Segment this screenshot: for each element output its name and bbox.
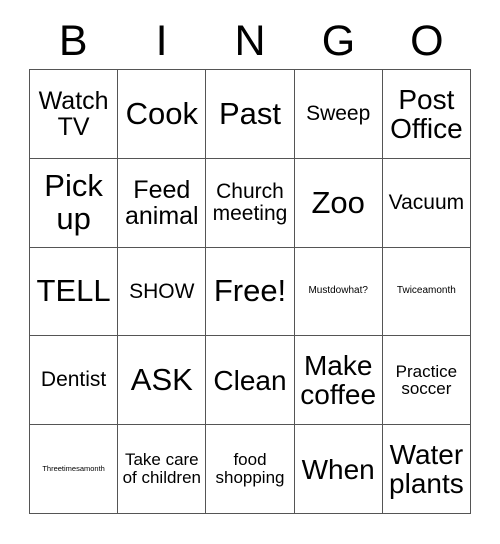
bingo-cell-g5[interactable]: When [294, 425, 383, 514]
bingo-header: B I N G O [29, 14, 471, 69]
bingo-cell-i2[interactable]: Feed animal [118, 158, 207, 248]
bingo-cell-label: Dentist [40, 368, 107, 392]
bingo-cell-b4[interactable]: Dentist [30, 336, 119, 426]
bingo-cell-label: Pick up [44, 168, 103, 236]
bingo-cell-label: Take care of children [122, 450, 201, 488]
bingo-cell-label: Feed animal [124, 175, 199, 230]
bingo-cell-label: Sweep [306, 101, 371, 125]
bingo-cell-label: Threetimesamonth [42, 464, 105, 474]
bingo-cell-label: Mustdowhat? [308, 285, 368, 297]
bingo-cell-label: Watch TV [38, 86, 109, 141]
bingo-cell-n2[interactable]: Church meeting [206, 158, 295, 248]
bingo-cell-n1[interactable]: Past [206, 70, 295, 159]
bingo-cell-b2[interactable]: Pick up [30, 158, 119, 248]
bingo-cell-o2[interactable]: Vacuum [382, 158, 471, 248]
bingo-cell-label: Church meeting [212, 179, 288, 225]
bingo-cell-n5[interactable]: food shopping [206, 425, 295, 514]
bingo-cell-label: Past [218, 95, 281, 131]
bingo-cell-o5[interactable]: Water plants [382, 425, 471, 514]
bingo-cell-i5[interactable]: Take care of children [118, 425, 207, 514]
header-letter-o: O [410, 17, 444, 65]
bingo-cell-i4[interactable]: ASK [118, 336, 207, 426]
bingo-cell-i1[interactable]: Cook [118, 70, 207, 159]
bingo-cell-label: Free! [213, 273, 287, 309]
bingo-cell-label: Twiceamonth [396, 285, 456, 297]
bingo-cell-label: Zoo [311, 184, 365, 220]
bingo-cell-label: Make coffee [300, 350, 377, 411]
bingo-cell-o4[interactable]: Practice soccer [382, 336, 471, 426]
header-letter-n: N [234, 17, 266, 65]
bingo-cell-b1[interactable]: Watch TV [30, 70, 119, 159]
bingo-cell-label: Water plants [389, 438, 464, 500]
bingo-cell-label: Cook [125, 95, 198, 131]
bingo-cell-label: When [301, 453, 375, 485]
bingo-grid: Watch TV Cook Past Sweep Post Office Pic… [29, 69, 471, 514]
header-letter-b: B [58, 17, 88, 65]
bingo-cell-label: TELL [36, 273, 111, 309]
bingo-cell-g4[interactable]: Make coffee [294, 336, 383, 426]
bingo-cell-label: Practice soccer [395, 361, 458, 399]
bingo-cell-label: food shopping [215, 450, 285, 488]
bingo-cell-label: Clean [213, 364, 287, 396]
bingo-cell-g3[interactable]: Mustdowhat? [294, 247, 383, 337]
bingo-cell-b5[interactable]: Threetimesamonth [30, 425, 119, 514]
bingo-cell-o1[interactable]: Post Office [382, 70, 471, 159]
bingo-cell-label: SHOW [129, 279, 195, 303]
header-letter-g: G [321, 17, 356, 65]
bingo-cell-label: Vacuum [388, 190, 465, 214]
header-letter-i: I [155, 17, 168, 65]
bingo-cell-o3[interactable]: Twiceamonth [382, 247, 471, 337]
bingo-cell-g2[interactable]: Zoo [294, 158, 383, 248]
bingo-cell-label: ASK [130, 362, 193, 398]
bingo-cell-n4[interactable]: Clean [206, 336, 295, 426]
bingo-cell-free-space[interactable]: Free! [206, 247, 295, 337]
bingo-cell-label: Post Office [390, 83, 463, 144]
bingo-card: B I N G O Watch TV Cook Past Sweep Post … [0, 0, 500, 544]
bingo-cell-b3[interactable]: TELL [30, 247, 119, 337]
bingo-cell-i3[interactable]: SHOW [118, 247, 207, 337]
bingo-cell-g1[interactable]: Sweep [294, 70, 383, 159]
